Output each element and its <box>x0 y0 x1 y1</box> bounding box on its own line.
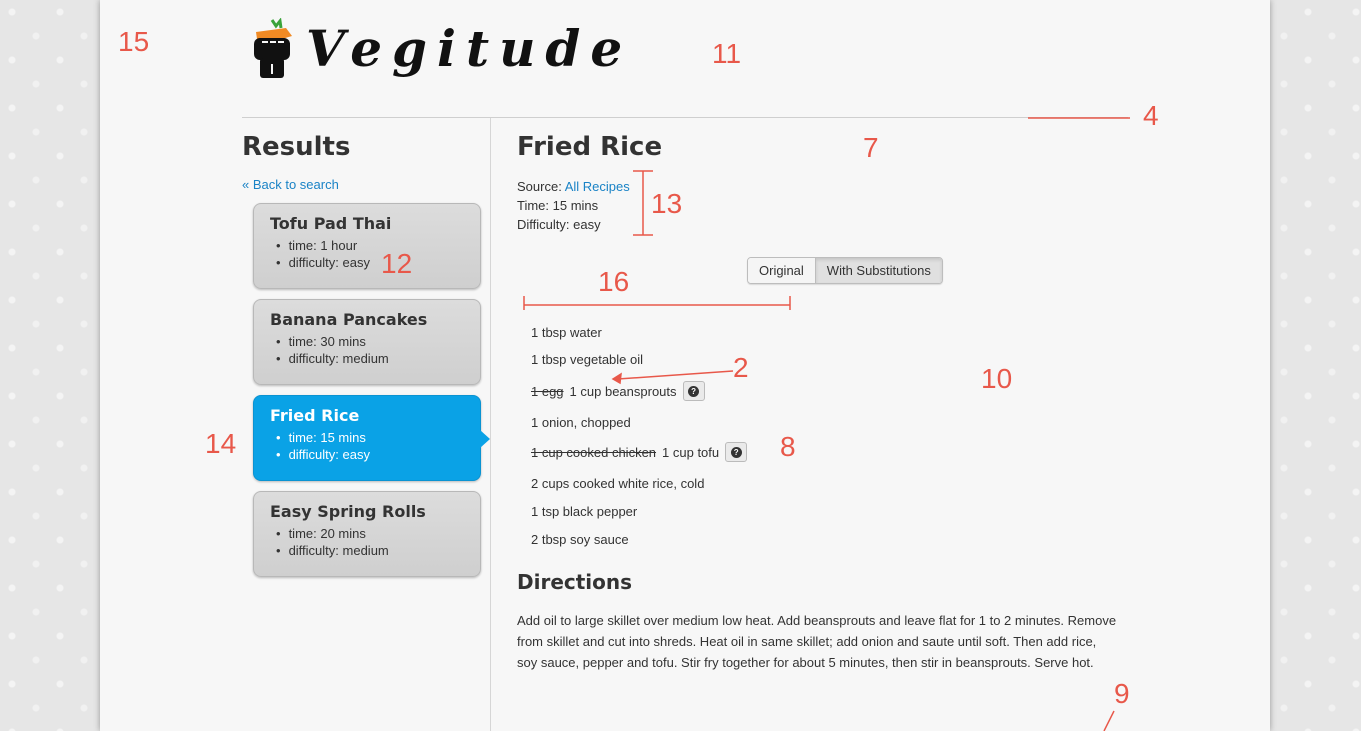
annotation-7: 7 <box>863 132 879 163</box>
annotation-2: 2 <box>733 352 749 383</box>
original-button[interactable]: Original <box>748 258 815 283</box>
annotation-16: 16 <box>598 266 630 297</box>
results-heading: Results <box>242 132 351 162</box>
recipe-card-difficulty: difficulty: easy <box>270 254 464 271</box>
question-icon: ? <box>688 385 700 397</box>
ingredient-item: 1 tbsp water <box>531 324 602 340</box>
recipe-card-title: Banana Pancakes <box>270 310 428 329</box>
annotation-11: 11 <box>712 38 742 69</box>
ingredient-view-toggle: Original With Substitutions <box>747 257 943 284</box>
ingredient-item: 1 tsp black pepper <box>531 503 638 519</box>
original-ingredient: 1 egg <box>531 383 564 399</box>
substitution-help-button[interactable]: ? <box>725 442 748 462</box>
recipe-card-banana-pancakes[interactable]: Banana Pancakes time: 30 mins difficulty… <box>253 299 481 385</box>
substitute-ingredient: 1 cup tofu <box>662 444 720 460</box>
logo[interactable]: Vegitude <box>248 17 633 80</box>
annotation-14: 14 <box>205 428 237 459</box>
column-divider <box>490 118 491 731</box>
original-ingredient: 1 cup cooked chicken <box>531 444 657 460</box>
ingredient-item: 1 tbsp vegetable oil <box>531 351 644 367</box>
ingredient-item-substituted: 1 cup cooked chicken 1 cup tofu ? <box>531 438 748 466</box>
recipe-card-difficulty: difficulty: medium <box>270 350 464 367</box>
ingredient-item: 1 onion, chopped <box>531 414 631 430</box>
recipe-card-difficulty: difficulty: easy <box>270 446 464 463</box>
source-label: Source: <box>517 179 562 194</box>
recipe-time: Time: 15 mins <box>517 198 599 213</box>
ingredient-item: 2 tbsp soy sauce <box>531 531 629 547</box>
annotation-12: 12 <box>381 248 413 279</box>
directions-heading: Directions <box>517 570 633 594</box>
recipe-card-easy-spring-rolls[interactable]: Easy Spring Rolls time: 20 mins difficul… <box>253 491 481 577</box>
recipe-card-time: time: 1 hour <box>270 237 464 254</box>
recipe-card-difficulty: difficulty: medium <box>270 542 464 559</box>
brand-name: Vegitude <box>306 19 633 78</box>
recipe-card-tofu-pad-thai[interactable]: Tofu Pad Thai time: 1 hour difficulty: e… <box>253 203 481 289</box>
annotation-15: 15 <box>118 26 150 57</box>
annotation-10: 10 <box>981 363 1013 394</box>
recipe-card-time: time: 15 mins <box>270 429 464 446</box>
fist-carrot-icon <box>248 17 300 80</box>
question-icon: ? <box>730 446 742 458</box>
directions-text: Add oil to large skillet over medium low… <box>517 613 1117 670</box>
recipe-card-title: Tofu Pad Thai <box>270 214 392 233</box>
page-container: Vegitude Results « Back to search Tofu P… <box>100 0 1270 731</box>
with-substitutions-button[interactable]: With Substitutions <box>814 258 942 283</box>
recipe-meta: Source: All Recipes Time: 15 mins Diffic… <box>517 177 630 234</box>
substitution-help-button[interactable]: ? <box>682 381 705 401</box>
substitute-ingredient: 1 cup beansprouts <box>569 383 677 399</box>
ingredient-item: 2 cups cooked white rice, cold <box>531 475 705 491</box>
recipe-card-fried-rice[interactable]: Fried Rice time: 15 mins difficulty: eas… <box>253 395 490 481</box>
annotation-4: 4 <box>1143 100 1159 131</box>
annotation-9: 9 <box>1114 678 1130 709</box>
recipe-difficulty: Difficulty: easy <box>517 217 601 232</box>
recipe-card-time: time: 20 mins <box>270 525 464 542</box>
ingredient-item-substituted: 1 egg 1 cup beansprouts ? <box>531 377 705 405</box>
annotation-13: 13 <box>651 188 683 219</box>
recipe-title: Fried Rice <box>517 132 663 162</box>
recipe-card-time: time: 30 mins <box>270 333 464 350</box>
header-divider <box>242 117 1128 118</box>
source-link[interactable]: All Recipes <box>565 179 630 194</box>
recipe-card-title: Easy Spring Rolls <box>270 502 426 521</box>
recipe-card-title: Fried Rice <box>270 406 360 425</box>
annotation-8: 8 <box>780 431 796 462</box>
back-to-search-link[interactable]: « Back to search <box>242 177 339 192</box>
